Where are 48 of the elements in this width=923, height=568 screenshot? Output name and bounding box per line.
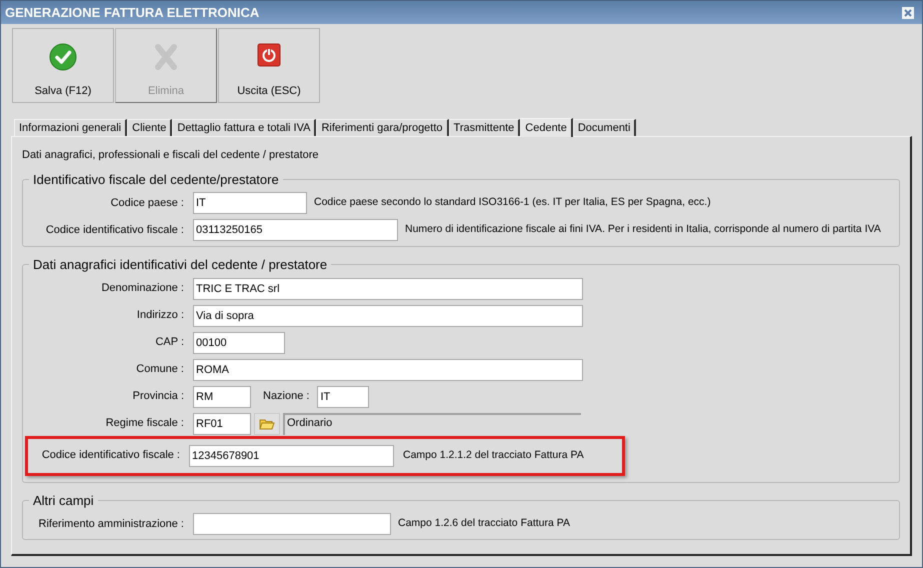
lookup-button[interactable]: [254, 412, 280, 434]
input-field[interactable]: IT: [193, 192, 307, 214]
input-field[interactable]: TRIC E TRAC srl: [193, 278, 583, 300]
description-field: Ordinario: [283, 412, 581, 434]
window-title: GENERAZIONE FATTURA ELETTRONICA: [5, 4, 260, 22]
field-label: Codice identificativo fiscale :: [40, 448, 180, 464]
input-field[interactable]: Via di sopra: [193, 304, 583, 326]
tab[interactable]: Riferimenti gara/progetto: [316, 119, 449, 136]
close-button[interactable]: [902, 6, 914, 18]
field-note: Campo 1.2.1.2 del tracciato Fattura PA: [403, 448, 584, 463]
cross-icon: [152, 43, 180, 71]
close-icon: [904, 8, 912, 16]
checkmark-icon: [49, 43, 77, 71]
field-label: Nazione :: [263, 389, 310, 404]
power-icon: [257, 43, 281, 67]
input-field[interactable]: IT: [317, 386, 370, 408]
toolbar-button[interactable]: Uscita (ESC): [218, 28, 320, 103]
input-field[interactable]: 00100: [193, 332, 285, 354]
field-label: Denominazione :: [100, 281, 184, 296]
field-label: CAP :: [154, 335, 184, 350]
field-note: Codice paese secondo lo standard ISO3166-1 (es. IT per Italia, ES per Spagna, ecc.): [314, 195, 711, 210]
group-title: Altri campi: [32, 492, 95, 510]
input-field[interactable]: ROMA: [193, 358, 583, 380]
field-label: Indirizzo :: [136, 308, 184, 324]
input-field[interactable]: RF01: [193, 412, 251, 434]
field-label: Codice paese :: [110, 196, 184, 211]
field-note: Numero di identificazione fiscale ai fini IVA. Per i residenti in Italia, corrisponde al numero di partita IVA: [405, 222, 881, 238]
tab[interactable]: Cedente: [520, 118, 573, 137]
input-field[interactable]: [193, 513, 391, 535]
input-field[interactable]: RM: [193, 386, 251, 408]
field-label: Comune :: [135, 362, 184, 378]
tab[interactable]: Trasmittente: [448, 119, 520, 136]
input-field[interactable]: 12345678901: [189, 444, 394, 466]
folder-icon: [259, 416, 275, 430]
panel-description: Dati anagrafici, professionali e fiscali del cedente / prestatore: [22, 148, 320, 163]
field-label: Provincia :: [132, 389, 184, 404]
toolbar-button[interactable]: Salva (F12): [12, 28, 114, 103]
field-label: Regime fiscale :: [104, 416, 184, 432]
group-title: Identificativo fiscale del cedente/prestatore: [32, 170, 280, 189]
tab[interactable]: Documenti: [572, 119, 636, 136]
field-label: Riferimento amministrazione :: [38, 516, 184, 532]
field-label: Codice identificativo fiscale :: [44, 222, 184, 238]
tab[interactable]: Cliente: [127, 119, 172, 136]
field-note: Campo 1.2.6 del tracciato Fattura PA: [398, 516, 570, 532]
input-field[interactable]: 03113250165: [193, 219, 398, 241]
group-title: Dati anagrafici identificativi del cedente / prestatore: [32, 256, 328, 274]
tab[interactable]: Dettaglio fattura e totali IVA: [172, 119, 316, 136]
tab[interactable]: Informazioni generali: [14, 119, 128, 136]
